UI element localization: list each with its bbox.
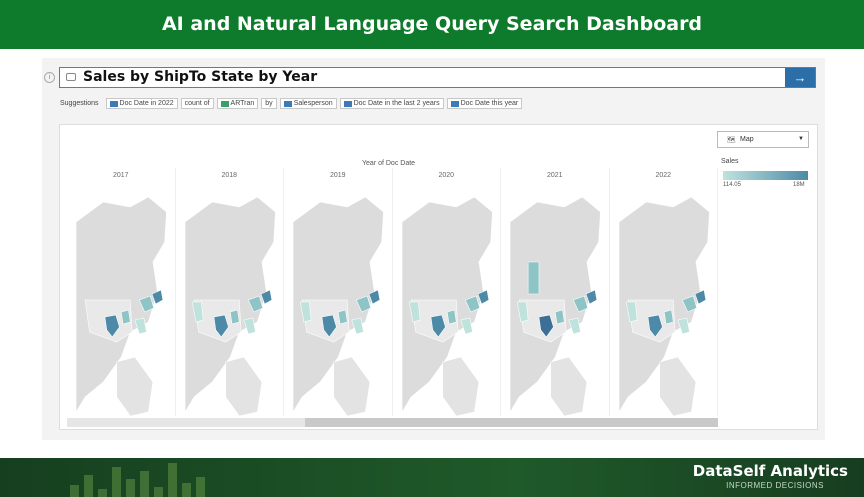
state-map[interactable] — [67, 182, 176, 416]
submit-search-button[interactable]: → — [785, 68, 815, 87]
calendar-icon — [450, 100, 459, 107]
legend-max: 18M — [793, 182, 805, 188]
calendar-icon — [109, 100, 118, 107]
year-header: 2021 — [546, 172, 563, 179]
suggestion-chip[interactable]: Doc Date in the last 2 years — [339, 98, 444, 109]
horizontal-scrollbar[interactable] — [67, 418, 718, 427]
map-icon: 🗺 — [727, 137, 736, 144]
year-header: 2018 — [221, 172, 238, 179]
state-shape — [663, 309, 674, 325]
mark-type-dropdown[interactable]: 🗺 Map ▼ — [717, 131, 809, 148]
suggestion-chip[interactable]: Doc Date in 2022 — [105, 98, 178, 109]
state-map[interactable] — [501, 182, 610, 416]
map-panel-2021[interactable]: 2021 — [501, 168, 610, 416]
suggestions-label: Suggestions — [60, 100, 99, 107]
decorative-bar — [126, 479, 135, 497]
state-shape — [527, 261, 540, 295]
year-header: 2019 — [329, 172, 346, 179]
decorative-bar — [168, 463, 177, 497]
map-panels: 2017 2018 2019 2020 2021 2022 — [67, 168, 718, 416]
decorative-bar — [182, 483, 191, 497]
suggestion-chip[interactable]: by — [261, 98, 277, 109]
header-banner: AI and Natural Language Query Search Das… — [0, 0, 864, 52]
decorative-bar — [84, 475, 93, 497]
state-map[interactable] — [610, 182, 719, 416]
state-map[interactable] — [393, 182, 502, 416]
state-map[interactable] — [284, 182, 393, 416]
state-shape — [446, 309, 457, 325]
field-icon — [283, 100, 292, 107]
speech-bubble-icon — [66, 73, 76, 81]
calendar-icon — [343, 100, 352, 107]
map-panel-2022[interactable]: 2022 — [610, 168, 719, 416]
table-icon — [220, 100, 229, 107]
state-shape — [337, 309, 348, 325]
search-query[interactable]: Sales by ShipTo State by Year — [83, 69, 317, 85]
legend-min: 114.05 — [723, 182, 741, 188]
decorative-bar — [98, 489, 107, 497]
map-panel-2017[interactable]: 2017 — [67, 168, 176, 416]
decorative-bar — [140, 471, 149, 497]
legend-title: Sales — [721, 158, 739, 165]
year-header: 2017 — [112, 172, 129, 179]
decorative-bar — [70, 485, 79, 497]
map-panel-2018[interactable]: 2018 — [176, 168, 285, 416]
suggestion-chip[interactable]: Salesperson — [279, 98, 337, 109]
state-shape — [554, 309, 565, 325]
map-panel-2019[interactable]: 2019 — [284, 168, 393, 416]
brand-name: DataSelf Analytics — [692, 462, 848, 480]
decorative-bar — [154, 487, 163, 497]
legend-color-ramp — [723, 171, 808, 180]
suggestion-chip[interactable]: count of — [180, 98, 214, 109]
suggestion-chip[interactable]: Doc Date this year — [446, 98, 523, 109]
brand-tagline: INFORMED DECISIONS — [726, 481, 824, 490]
state-shape — [229, 309, 240, 325]
decorative-bar — [112, 467, 121, 497]
suggestions-row: Suggestions Doc Date in 2022 count of AR… — [60, 97, 523, 110]
decorative-bar — [196, 477, 205, 497]
column-axis-title: Year of Doc Date — [362, 160, 416, 167]
year-header: 2020 — [438, 172, 455, 179]
info-icon[interactable]: i — [44, 72, 55, 83]
state-map[interactable] — [176, 182, 285, 416]
map-panel-2020[interactable]: 2020 — [393, 168, 502, 416]
search-input[interactable]: Sales by ShipTo State by Year → — [59, 67, 816, 88]
year-header: 2022 — [655, 172, 672, 179]
page-title: AI and Natural Language Query Search Das… — [161, 13, 703, 35]
suggestion-chip[interactable]: ARTran — [216, 98, 259, 109]
scrollbar-thumb[interactable] — [305, 418, 718, 427]
chevron-down-icon: ▼ — [798, 136, 804, 142]
state-shape — [120, 309, 131, 325]
